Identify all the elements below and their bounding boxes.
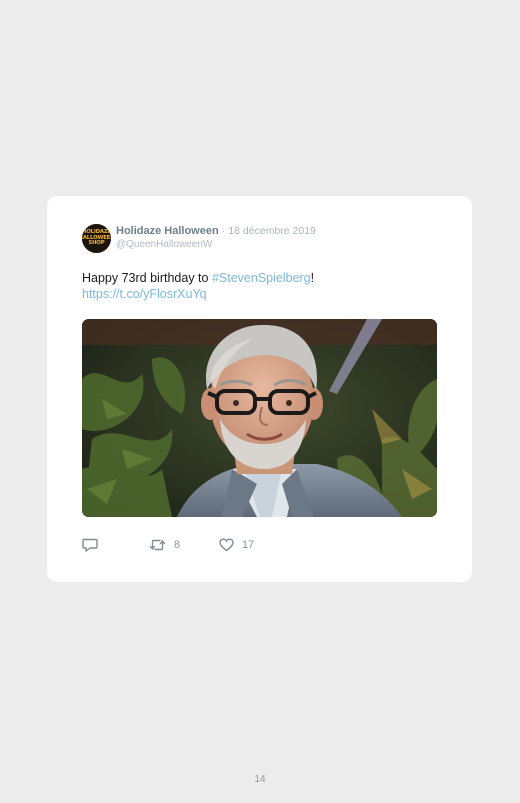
tweet-text-suffix: !: [310, 271, 315, 285]
separator-dot: ·: [221, 225, 226, 237]
tweet-header: Holidaze Halloween · 18 décembre 2019: [116, 225, 316, 237]
portrait-photo: [82, 319, 437, 517]
author-name[interactable]: Holidaze Halloween: [116, 225, 219, 237]
retweet-action[interactable]: 8: [149, 538, 180, 552]
reply-action[interactable]: [82, 538, 98, 552]
like-count: 17: [242, 539, 255, 551]
reply-icon[interactable]: [82, 538, 98, 552]
avatar-logo-text: HOLIDAZEHALLOWEENSHOP: [82, 229, 111, 247]
author-handle[interactable]: @QueenHalloweenW: [116, 239, 212, 250]
avatar[interactable]: HOLIDAZEHALLOWEENSHOP: [82, 224, 111, 253]
heart-icon[interactable]: [219, 538, 234, 552]
hashtag-link[interactable]: #StevenSpielberg: [212, 271, 311, 285]
tweet-date[interactable]: 18 décembre 2019: [228, 225, 316, 237]
tweet-media-image[interactable]: [82, 319, 437, 517]
tweet-text: Happy 73rd birthday to #StevenSpielberg!…: [82, 270, 442, 302]
tweet-card: HOLIDAZEHALLOWEENSHOP Holidaze Halloween…: [47, 196, 472, 582]
like-action[interactable]: 17: [219, 538, 254, 552]
tweet-text-prefix: Happy 73rd birthday to: [82, 271, 212, 285]
tweet-actions: 8 17: [82, 538, 382, 554]
retweet-icon[interactable]: [149, 538, 166, 552]
page-number: 14: [254, 774, 266, 785]
tweet-url-link[interactable]: https://t.co/yFlosrXuYq: [82, 287, 207, 301]
retweet-count: 8: [174, 539, 181, 551]
